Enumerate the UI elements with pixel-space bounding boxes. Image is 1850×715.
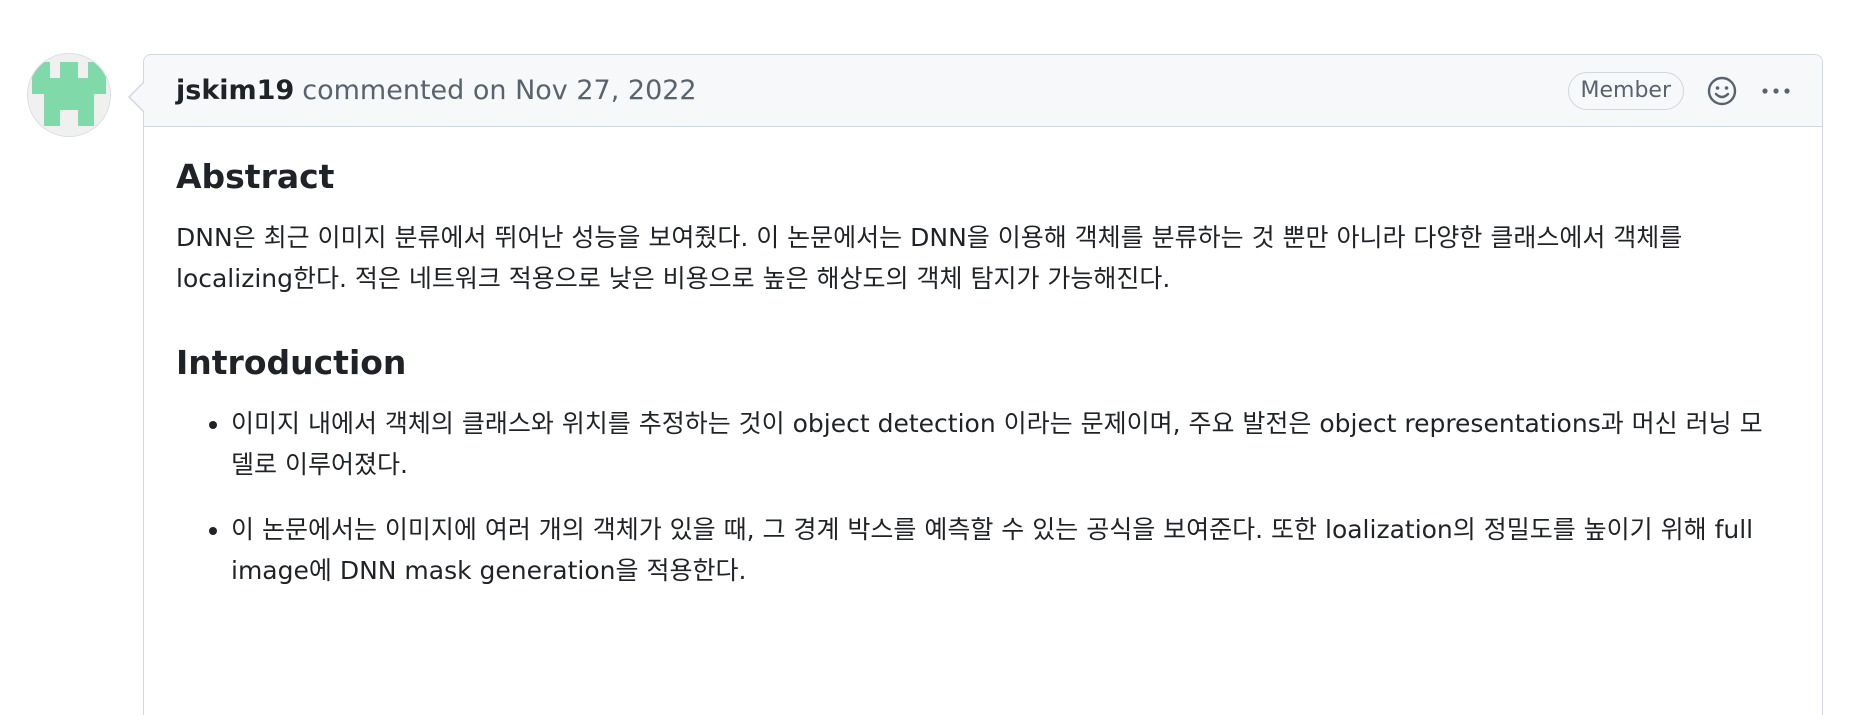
introduction-list: 이미지 내에서 객체의 클래스와 위치를 추정하는 것이 object dete… (176, 403, 1782, 591)
author-link[interactable]: jskim19 (176, 75, 294, 106)
comment-body: Abstract DNN은 최근 이미지 분류에서 뛰어난 성능을 보여줬다. … (144, 127, 1822, 591)
comment-header-actions: Member (1567, 71, 1793, 110)
timeline-comment: jskim19 commented on Nov 27, 2022 Member (28, 54, 1824, 715)
comment-header: jskim19 commented on Nov 27, 2022 Member (144, 55, 1822, 127)
comment-container: jskim19 commented on Nov 27, 2022 Member (128, 54, 1823, 715)
abstract-paragraph: DNN은 최근 이미지 분류에서 뛰어난 성능을 보여줬다. 이 논문에서는 D… (176, 223, 1683, 293)
introduction-heading: Introduction (176, 343, 407, 382)
kebab-horizontal-icon[interactable] (1760, 75, 1792, 107)
avatar[interactable] (28, 54, 110, 136)
list-item: 이미지 내에서 객체의 클래스와 위치를 추정하는 것이 object dete… (231, 403, 1782, 485)
comment-action: commented on (302, 75, 507, 106)
identicon-image (28, 54, 110, 136)
comment-date: Nov 27, 2022 (515, 75, 697, 106)
abstract-heading: Abstract (176, 157, 335, 196)
smiley-icon[interactable] (1706, 75, 1738, 107)
list-item: 이 논문에서는 이미지에 여러 개의 객체가 있을 때, 그 경계 박스를 예측… (231, 509, 1782, 591)
member-badge: Member (1567, 71, 1684, 110)
comment-timestamp[interactable]: commented on Nov 27, 2022 (302, 75, 696, 106)
